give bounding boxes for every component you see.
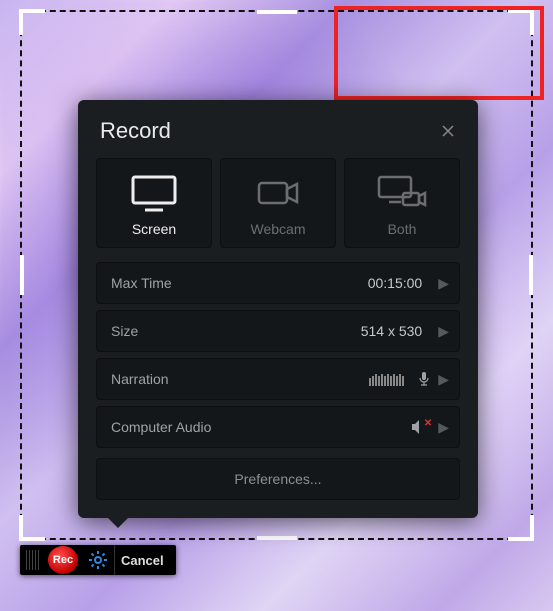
mute-x-icon: ✕ [424, 418, 432, 429]
region-handle-bl[interactable] [19, 515, 45, 541]
record-button[interactable]: Rec [48, 546, 78, 574]
microphone-icon [416, 371, 432, 387]
capture-toolbar: Rec Cancel [20, 545, 176, 575]
chevron-right-icon: ▶ [438, 419, 449, 436]
mode-webcam-label: Webcam [251, 221, 306, 237]
maxtime-label: Max Time [111, 275, 172, 291]
panel-header: Record [78, 100, 478, 158]
region-handle-left[interactable] [20, 255, 24, 295]
mode-screen-label: Screen [132, 221, 176, 237]
setting-maxtime[interactable]: Max Time 00:15:00 ▶ [96, 262, 460, 304]
chevron-right-icon: ▶ [438, 275, 449, 292]
preferences-button[interactable]: Preferences... [96, 458, 460, 500]
region-handle-tl[interactable] [19, 9, 45, 35]
camera-icon [251, 173, 305, 213]
narration-label: Narration [111, 371, 169, 387]
size-value: 514 x 530 [361, 323, 423, 339]
speaker-mute-button[interactable]: ✕ [410, 419, 432, 435]
settings-button[interactable] [88, 550, 108, 570]
toolbar-grip[interactable] [26, 550, 40, 570]
record-panel: Record Screen Webcam Both Max Time 00:15… [78, 100, 478, 518]
setting-computer-audio[interactable]: Computer Audio ✕ ▶ [96, 406, 460, 448]
maxtime-value: 00:15:00 [368, 275, 423, 291]
chevron-right-icon: ▶ [438, 371, 449, 388]
mode-row: Screen Webcam Both [96, 158, 460, 248]
annotation-highlight [334, 6, 544, 100]
cancel-button[interactable]: Cancel [114, 545, 174, 575]
close-icon [440, 123, 456, 139]
close-button[interactable] [440, 123, 456, 139]
region-handle-bottom[interactable] [257, 536, 297, 540]
monitor-camera-icon [375, 173, 429, 213]
gear-icon [88, 550, 108, 570]
mode-both-label: Both [388, 221, 417, 237]
mode-both[interactable]: Both [344, 158, 460, 248]
region-handle-br[interactable] [508, 515, 534, 541]
region-handle-right[interactable] [529, 255, 533, 295]
monitor-icon [127, 173, 181, 213]
panel-title: Record [100, 118, 171, 144]
audio-label: Computer Audio [111, 419, 211, 435]
setting-narration[interactable]: Narration ▶ [96, 358, 460, 400]
audio-level-meter [369, 372, 404, 386]
mode-webcam[interactable]: Webcam [220, 158, 336, 248]
microphone-button[interactable] [416, 371, 432, 387]
mode-screen[interactable]: Screen [96, 158, 212, 248]
region-handle-top[interactable] [257, 10, 297, 14]
size-label: Size [111, 323, 138, 339]
panel-pointer [108, 518, 128, 528]
chevron-right-icon: ▶ [438, 323, 449, 340]
setting-size[interactable]: Size 514 x 530 ▶ [96, 310, 460, 352]
